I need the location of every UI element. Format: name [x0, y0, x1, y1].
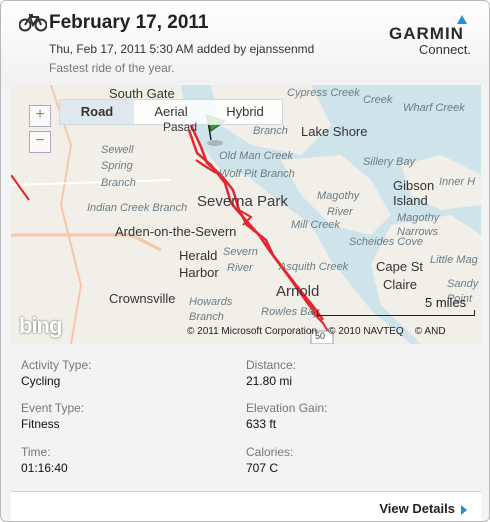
view-details-label: View Details [379, 501, 455, 516]
map-label-wolf-pit-branch: Wolf Pit Branch [219, 168, 295, 180]
map-scale-bar [317, 310, 475, 316]
map-label-lake-shore: Lake Shore [301, 124, 368, 139]
map-label-indian-creek-branch: Indian Creek Branch [87, 202, 188, 214]
map-label-river: River [327, 206, 353, 218]
map-label-howards: Howards [189, 296, 233, 308]
map-label-claire: Claire [383, 277, 417, 292]
activity-type-value: Cycling [21, 374, 61, 388]
event-type-label: Event Type: [21, 401, 85, 415]
view-details-link[interactable]: View Details [379, 501, 467, 516]
map-label-south-gate: South Gate [109, 86, 175, 101]
garmin-logo: GARMIN [389, 24, 464, 43]
distance-label: Distance: [246, 358, 297, 372]
activity-meta: Thu, Feb 17, 2011 5:30 AM added by ejans… [49, 42, 315, 56]
activity-header: February 17, 2011 Thu, Feb 17, 2011 5:30… [1, 1, 489, 83]
card-footer: View Details [11, 491, 481, 521]
map-label-arden: Arden-on-the-Severn [115, 224, 237, 239]
map-label-inner-h: Inner H [439, 176, 476, 188]
map-label-cape-st: Cape St [376, 259, 423, 274]
map-label-asquith-creek: Asquith Creek [279, 261, 349, 273]
time-value: 01:16:40 [21, 461, 68, 475]
map-label-spring: Spring [101, 160, 133, 172]
map-scale-label: 5 miles [425, 295, 467, 310]
zoom-in-button[interactable]: + [29, 105, 51, 127]
activity-note: Fastest ride of the year. [49, 61, 175, 75]
map-label-arnold: Arnold [276, 283, 320, 300]
map-label-scheides-cove: Scheides Cove [349, 236, 423, 248]
map-label-river2: River [227, 262, 253, 274]
copyright-navteq: © 2010 NAVTEQ [328, 326, 404, 337]
map-label-sillery-bay: Sillery Bay [363, 156, 415, 168]
time-label: Time: [21, 445, 51, 459]
map-label-island: Island [393, 193, 428, 208]
copyright-and: © AND [414, 326, 446, 337]
map-label-branch-left: Branch [101, 177, 136, 189]
bicycle-icon [19, 14, 47, 32]
map-label-severna-park: Severna Park [197, 193, 288, 210]
map-label-crownsville: Crownsville [109, 291, 176, 306]
elevation-gain-label: Elevation Gain: [246, 401, 328, 415]
map-label-severn-river: Severn [223, 246, 258, 258]
garmin-connect-logo: Connect. [419, 42, 472, 57]
bing-logo: bing [19, 313, 62, 338]
activity-type-label: Activity Type: [21, 358, 92, 372]
activity-card: February 17, 2011 Thu, Feb 17, 2011 5:30… [0, 0, 490, 522]
map-label-herald: Herald [179, 248, 218, 263]
activity-stats: Activity Type: Cycling Event Type: Fitne… [11, 344, 481, 491]
map-label-magothy-river: Magothy [317, 190, 360, 202]
calories-value: 707 C [246, 461, 279, 475]
copyright-microsoft: © 2011 Microsoft Corporation [187, 326, 318, 337]
map-type-road[interactable]: Road [60, 100, 134, 124]
map-label-pasadena: Pasad [163, 120, 198, 134]
garmin-triangle-icon [457, 15, 467, 24]
zoom-out-button[interactable]: − [29, 131, 51, 153]
activity-title: February 17, 2011 [49, 12, 209, 33]
route-map[interactable]: + − Road Aerial Hybrid South Gate Pasad … [11, 85, 481, 344]
map-label-gibson: Gibson [393, 178, 435, 193]
map-label-sewell: Sewell [101, 144, 134, 156]
calories-label: Calories: [246, 445, 294, 459]
map-label-little-magothy: Little Mag [430, 254, 478, 266]
map-label-harbor: Harbor [179, 265, 219, 280]
map-label-mill-creek: Mill Creek [291, 219, 340, 231]
elevation-gain-value: 633 ft [246, 417, 277, 431]
zoom-controls: + − [29, 105, 51, 153]
distance-value: 21.80 mi [246, 374, 293, 388]
map-label-creek: Creek [363, 94, 393, 106]
map-label-cypress-creek: Cypress Creek [287, 87, 360, 99]
map-copyright: © 2011 Microsoft Corporation © 2010 NAVT… [187, 326, 446, 337]
event-type-value: Fitness [21, 417, 60, 431]
map-label-sandy: Sandy [447, 278, 479, 290]
map-label-rowles-bay: Rowles Bay [261, 306, 320, 318]
map-label-magothy: Magothy [397, 212, 440, 224]
map-label-wharf-creek: Wharf Creek [403, 102, 465, 114]
map-type-hybrid[interactable]: Hybrid [208, 100, 282, 124]
map-label-old-man-creek: Old Man Creek [219, 150, 293, 162]
map-label-branch-bottom: Branch [189, 311, 224, 323]
arrow-right-icon [461, 504, 467, 515]
map-label-branch-top: Branch [253, 125, 288, 137]
